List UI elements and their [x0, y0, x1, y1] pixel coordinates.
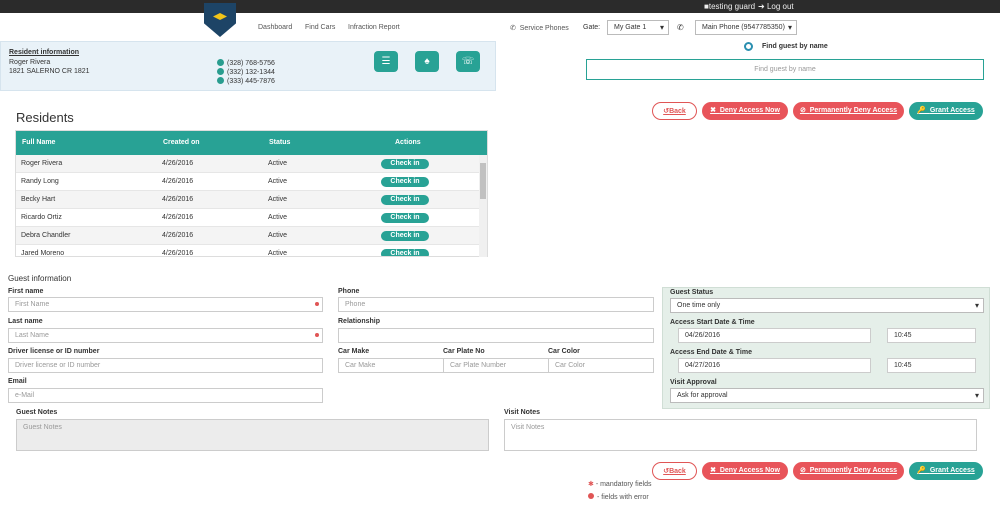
search-icon — [744, 42, 753, 51]
phone-2-icon — [217, 68, 224, 75]
nav-dashboard[interactable]: Dashboard — [258, 24, 292, 31]
required-marker-icon — [315, 333, 319, 337]
first-name-label: First name — [8, 288, 44, 295]
end-date-input[interactable]: 04/27/2016 — [678, 358, 871, 373]
end-time-input[interactable]: 10:45 — [887, 358, 976, 373]
permanently-deny-button-bottom[interactable]: ⊘ Permanently Deny Access — [793, 462, 904, 480]
car-color-label: Car Color — [548, 348, 580, 355]
car-make-label: Car Make — [338, 348, 370, 355]
resident-phone-1[interactable]: (328) 768-5756 — [217, 59, 275, 67]
resident-phone-3[interactable]: (333) 445-7876 — [217, 77, 275, 85]
car-plate-label: Car Plate No — [443, 348, 485, 355]
check-in-button[interactable]: Check in — [381, 249, 429, 256]
check-in-button[interactable]: Check in — [381, 213, 429, 223]
nav-find-cars[interactable]: Find Cars — [305, 24, 335, 31]
col-full-name[interactable]: Full Name — [22, 139, 55, 146]
main-phone-select[interactable]: Main Phone (9547785350) — [695, 20, 797, 35]
nav-infraction-report[interactable]: Infraction Report — [348, 24, 400, 31]
resident-info-heading[interactable]: Resident information — [9, 49, 79, 56]
guest-notes-textarea[interactable]: Guest Notes — [16, 419, 489, 451]
phone-list-icon: ☏ — [461, 56, 475, 67]
residents-table: Full Name Created on Status Actions Roge… — [15, 130, 488, 257]
residents-title: Residents — [16, 110, 74, 125]
people-icon: ♠ — [424, 56, 430, 67]
required-marker-icon — [315, 302, 319, 306]
check-in-button[interactable]: Check in — [381, 195, 429, 205]
car-make-input[interactable]: Car Make — [338, 358, 444, 373]
start-date-input[interactable]: 04/26/2016 — [678, 328, 871, 343]
col-status[interactable]: Status — [269, 139, 290, 146]
grant-access-button[interactable]: 🔑 Grant Access — [909, 102, 983, 120]
gate-label: Gate: — [583, 24, 601, 31]
list-view-button[interactable]: ☰ — [374, 51, 398, 72]
resident-name: Roger Rivera — [9, 59, 51, 66]
grant-access-button-bottom[interactable]: 🔑 Grant Access — [909, 462, 983, 480]
license-input[interactable]: Driver license or ID number — [8, 358, 323, 373]
col-created-on[interactable]: Created on — [163, 139, 200, 146]
start-date-label: Access Start Date & Time — [670, 319, 755, 326]
legend-mandatory: ✱ - mandatory fields — [588, 481, 652, 488]
legend-error: - fields with error — [588, 493, 649, 501]
end-date-label: Access End Date & Time — [670, 349, 752, 356]
table-row: Jared Moreno 4/26/2016 Active Check in — [16, 245, 487, 256]
phone-label: Phone — [338, 288, 360, 295]
contacts-button[interactable]: ♠ — [415, 51, 439, 72]
license-label: Driver license or ID number — [8, 348, 100, 355]
relationship-label: Relationship — [338, 318, 381, 325]
phone-input[interactable]: Phone — [338, 297, 654, 312]
phone-1-icon — [217, 59, 224, 66]
visit-approval-select[interactable]: Ask for approval — [670, 388, 984, 403]
table-row: Ricardo Ortiz 4/26/2016 Active Check in — [16, 209, 487, 227]
find-guest-heading: Find guest by name — [762, 43, 828, 50]
table-scrollbar[interactable] — [479, 155, 487, 257]
gate-select[interactable]: My Gate 1 — [607, 20, 669, 35]
resident-phone-2[interactable]: (332) 132-1344 — [217, 68, 275, 76]
guest-notes-label: Guest Notes — [16, 409, 58, 416]
table-row: Randy Long 4/26/2016 Active Check in — [16, 173, 487, 191]
check-in-button[interactable]: Check in — [381, 159, 429, 169]
relationship-input[interactable] — [338, 328, 654, 343]
check-in-button[interactable]: Check in — [381, 231, 429, 241]
visit-notes-textarea[interactable]: Visit Notes — [504, 419, 977, 451]
back-button[interactable]: ↺Back — [652, 102, 697, 120]
resident-address: 1821 SALERNO CR 1821 — [9, 68, 90, 75]
deny-access-button-bottom[interactable]: ✖ Deny Access Now — [702, 462, 788, 480]
phone-3-icon — [217, 77, 224, 84]
guest-status-label: Guest Status — [670, 289, 714, 296]
table-row: Becky Hart 4/26/2016 Active Check in — [16, 191, 487, 209]
guest-info-title: Guest information — [8, 274, 72, 283]
permanently-deny-button[interactable]: ⊘ Permanently Deny Access — [793, 102, 904, 120]
find-guest-input[interactable]: Find guest by name — [586, 59, 984, 80]
last-name-label: Last name — [8, 318, 43, 325]
visit-notes-label: Visit Notes — [504, 409, 541, 416]
email-label: Email — [8, 378, 27, 385]
list-icon: ☰ — [381, 56, 391, 67]
service-phones-link[interactable]: ✆ Service Phones — [510, 24, 569, 32]
top-bar: ■testing guard ➜ Log out — [0, 0, 1000, 13]
table-body: Roger Rivera 4/26/2016 Active Check in Rand… — [16, 155, 487, 256]
error-icon — [588, 493, 594, 499]
back-button-bottom[interactable]: ↺Back — [652, 462, 697, 480]
guest-status-select[interactable]: One time only — [670, 298, 984, 313]
app-logo[interactable] — [204, 3, 236, 37]
table-header: Full Name Created on Status Actions — [16, 131, 487, 155]
email-input[interactable]: e-Mail — [8, 388, 323, 403]
asterisk-icon: ✱ — [588, 481, 594, 488]
visit-approval-label: Visit Approval — [670, 379, 717, 386]
car-color-input[interactable]: Car Color — [548, 358, 654, 373]
call-list-button[interactable]: ☏ — [456, 51, 480, 72]
table-row: Debra Chandler 4/26/2016 Active Check in — [16, 227, 487, 245]
user-name[interactable]: ■testing guard — [704, 2, 755, 11]
logout-link[interactable]: ➜ Log out — [758, 2, 794, 11]
table-row: Roger Rivera 4/26/2016 Active Check in — [16, 155, 487, 173]
first-name-input[interactable]: First Name — [8, 297, 323, 312]
check-in-button[interactable]: Check in — [381, 177, 429, 187]
phone-icon: ✆ — [677, 23, 684, 32]
last-name-input[interactable]: Last Name — [8, 328, 323, 343]
car-plate-input[interactable]: Car Plate Number — [443, 358, 549, 373]
col-actions: Actions — [395, 139, 421, 146]
start-time-input[interactable]: 10:45 — [887, 328, 976, 343]
deny-access-button[interactable]: ✖ Deny Access Now — [702, 102, 788, 120]
